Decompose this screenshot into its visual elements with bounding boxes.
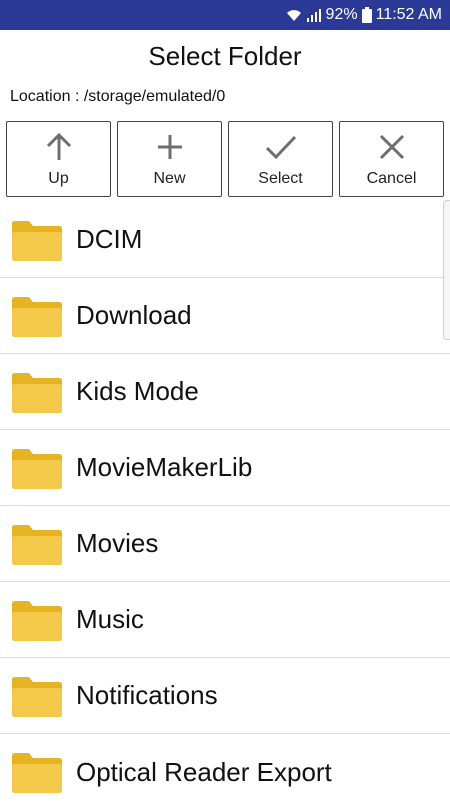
folder-name: Download: [76, 300, 192, 330]
folder-name: DCIM: [76, 224, 143, 254]
select-button-label: Select: [258, 170, 303, 187]
folder-item-moviemakerlib[interactable]: MovieMakerLib: [0, 430, 450, 506]
folder-name: Optical Reader Export: [76, 756, 332, 787]
clock: 11:52 AM: [375, 6, 442, 23]
folder-icon: [12, 753, 62, 793]
battery-percent: 92%: [325, 6, 358, 23]
folder-name: Kids Mode: [76, 376, 199, 406]
location-path: Location : /storage/emulated/0: [10, 88, 226, 105]
folder-list: DCIM Download Kids Mode MovieMakerLib Mo…: [0, 202, 450, 810]
folder-name: Notifications: [76, 680, 218, 710]
close-icon: [377, 130, 407, 164]
folder-icon: [12, 600, 62, 641]
folder-item-movies[interactable]: Movies: [0, 506, 450, 582]
folder-item-music[interactable]: Music: [0, 582, 450, 658]
wifi-icon: [286, 8, 302, 22]
folder-icon: [12, 220, 62, 261]
battery-icon: [361, 7, 372, 23]
folder-icon: [12, 372, 62, 413]
folder-item-notifications[interactable]: Notifications: [0, 658, 450, 734]
select-button[interactable]: Select: [228, 121, 333, 197]
folder-icon: [12, 676, 62, 717]
folder-item-dcim[interactable]: DCIM: [0, 202, 450, 278]
check-icon: [264, 130, 298, 164]
cancel-button[interactable]: Cancel: [339, 121, 444, 197]
plus-icon: [155, 130, 185, 164]
folder-item-optical-reader-export[interactable]: Optical Reader Export: [0, 734, 450, 810]
folder-name: MovieMakerLib: [76, 452, 253, 482]
folder-name: Movies: [76, 528, 159, 558]
up-button[interactable]: Up: [6, 121, 111, 197]
new-folder-button[interactable]: New: [117, 121, 222, 197]
cancel-button-label: Cancel: [366, 170, 417, 187]
folder-icon: [12, 448, 62, 489]
scroll-edge-handle[interactable]: [443, 200, 450, 340]
new-button-label: New: [153, 170, 186, 187]
signal-icon: [306, 8, 322, 22]
folder-icon: [12, 524, 62, 565]
page-title: Select Folder: [148, 40, 302, 71]
up-button-label: Up: [48, 170, 69, 187]
folder-item-kids-mode[interactable]: Kids Mode: [0, 354, 450, 430]
arrow-up-icon: [44, 130, 74, 164]
toolbar: Up New Select Cancel: [0, 112, 450, 197]
folder-icon: [12, 296, 62, 337]
folder-item-download[interactable]: Download: [0, 278, 450, 354]
folder-name: Music: [76, 604, 144, 634]
status-bar: 92% 11:52 AM: [0, 0, 450, 30]
